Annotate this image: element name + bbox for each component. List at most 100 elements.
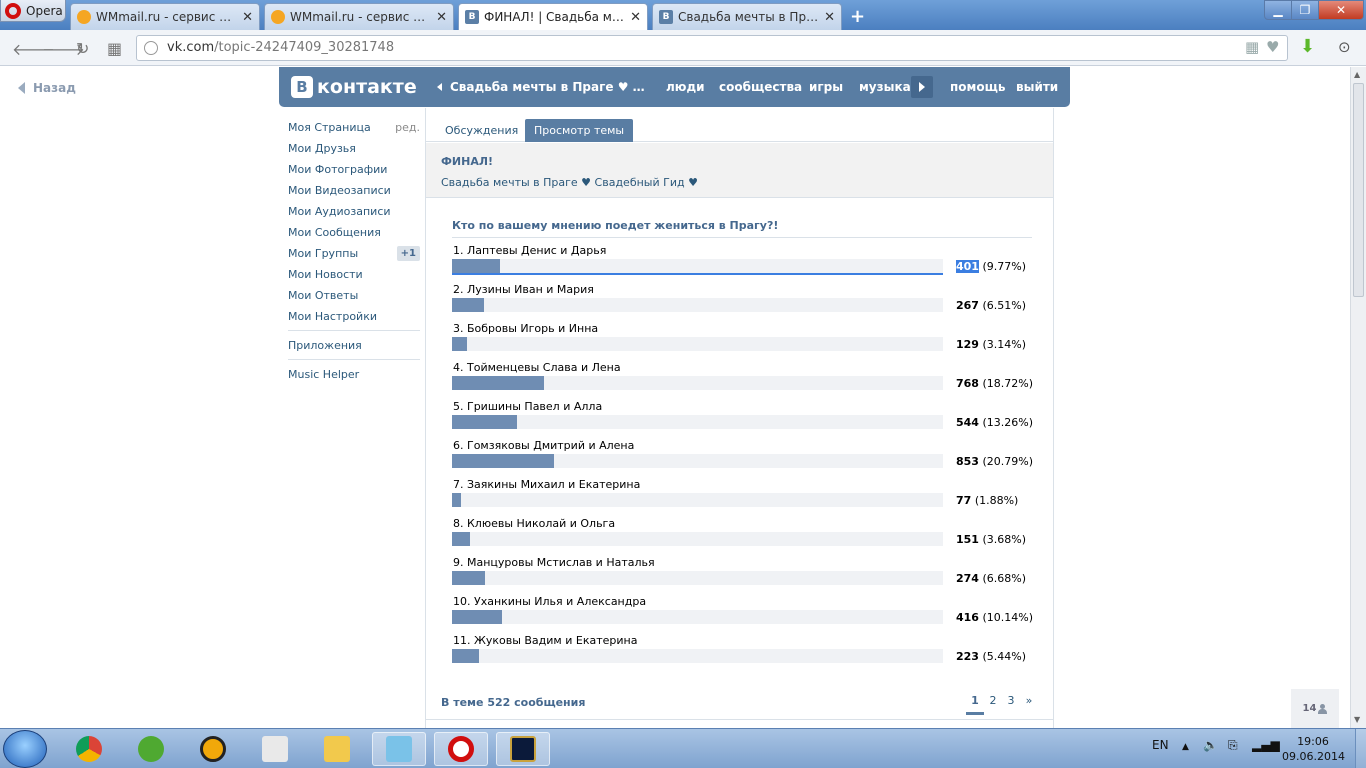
- poll-vote-percent: (1.88%): [974, 494, 1019, 507]
- poll-option[interactable]: 2. Лузины Иван и Мария 267 (6.51%): [452, 283, 1032, 322]
- league-taskbar-icon[interactable]: [496, 732, 550, 766]
- opera-menu-button[interactable]: Opera: [0, 0, 66, 22]
- poll-bar-track: [452, 610, 943, 624]
- poll-option-label: 11. Жуковы Вадим и Екатерина: [453, 634, 638, 647]
- close-window-button[interactable]: ✕: [1318, 0, 1364, 20]
- opera-menu-label: Opera: [26, 3, 63, 18]
- tab-view-topic[interactable]: Просмотр темы: [525, 119, 634, 142]
- menu-item-news[interactable]: Мои Новости: [288, 264, 420, 285]
- close-tab-icon[interactable]: ✕: [436, 10, 447, 25]
- menu-item-label: Моя Страница: [288, 121, 371, 134]
- scroll-thumb[interactable]: [1353, 83, 1364, 297]
- network-signal-icon[interactable]: ▂▄▆: [1252, 738, 1280, 752]
- close-tab-icon[interactable]: ✕: [824, 10, 835, 25]
- page-1-link[interactable]: 1: [966, 694, 984, 715]
- poll-option[interactable]: 3. Бобровы Игорь и Инна 129 (3.14%): [452, 322, 1032, 361]
- system-clock[interactable]: 19:06 09.06.2014: [1282, 734, 1345, 764]
- online-count-badge[interactable]: 14: [1291, 689, 1339, 728]
- poll-option[interactable]: 4. Тойменцевы Слава и Лена 768 (18.72%): [452, 361, 1033, 400]
- solitaire-taskbar-icon[interactable]: [248, 732, 302, 766]
- scroll-down-icon[interactable]: ▼: [1354, 715, 1360, 724]
- page-2-link[interactable]: 2: [984, 694, 1002, 715]
- browser-tab-1[interactable]: WMmail.ru - сервис почтовых ✕: [70, 3, 260, 30]
- vk-logo[interactable]: В контакте: [291, 76, 417, 98]
- breadcrumb-group-link[interactable]: Свадьба мечты в Праге ♥ Свадебный Гид ♥: [450, 80, 646, 94]
- nav-games[interactable]: игры: [809, 80, 843, 94]
- utorrent-taskbar-icon[interactable]: [124, 732, 178, 766]
- menu-item-label: Мои Группы: [288, 247, 359, 260]
- poll-option[interactable]: 6. Гомзяковы Дмитрий и Алена 853 (20.79%): [452, 439, 1033, 478]
- close-tab-icon[interactable]: ✕: [242, 10, 253, 25]
- nav-communities[interactable]: сообщества: [719, 80, 802, 94]
- poll-option[interactable]: 10. Уханкины Илья и Александра 416 (10.14…: [452, 595, 1033, 634]
- downloads-circle-icon[interactable]: ⊙: [1338, 38, 1351, 56]
- url-field[interactable]: vk.com/topic-24247409_30281748: [136, 35, 1288, 61]
- menu-item-messages[interactable]: Мои Сообщения: [288, 222, 420, 243]
- opera-taskbar-icon[interactable]: [434, 732, 488, 766]
- poll-option-result: 274 (6.68%): [956, 572, 1026, 585]
- poll-option[interactable]: 9. Манцуровы Мстислав и Наталья 274 (6.68…: [452, 556, 1032, 595]
- show-desktop-button[interactable]: [1355, 729, 1366, 768]
- poll-vote-percent: (5.44%): [982, 650, 1026, 663]
- browser-tab-4[interactable]: B Свадьба мечты в Праге ♥ Свадебный Гид …: [652, 3, 842, 30]
- usb-device-icon[interactable]: ⎘: [1228, 738, 1238, 753]
- aimp-taskbar-icon[interactable]: [186, 732, 240, 766]
- tray-arrow-icon[interactable]: ▲: [1182, 742, 1189, 752]
- menu-item-videos[interactable]: Мои Видеозаписи: [288, 180, 420, 201]
- explorer-folder-taskbar-icon[interactable]: [310, 732, 364, 766]
- edit-link[interactable]: ред.: [395, 121, 420, 134]
- menu-item-answers[interactable]: Мои Ответы: [288, 285, 420, 306]
- clock-date: 09.06.2014: [1282, 750, 1345, 763]
- tab-discussions[interactable]: Обсуждения: [436, 119, 527, 142]
- poll-option[interactable]: 5. Гришины Павел и Алла 544 (13.26%): [452, 400, 1033, 439]
- music-play-icon[interactable]: [911, 76, 933, 98]
- scroll-up-icon[interactable]: ▲: [1354, 70, 1360, 79]
- poll-bar-track: [452, 532, 943, 546]
- start-button[interactable]: [3, 730, 47, 768]
- tab-title: ФИНАЛ! | Свадьба мечты в Праге: [484, 10, 625, 24]
- grid-view-icon[interactable]: ▦: [1245, 38, 1259, 56]
- poll-bar-fill: [452, 610, 502, 624]
- maximize-window-button[interactable]: ❐: [1291, 0, 1319, 20]
- nav-music[interactable]: музыка: [859, 80, 911, 94]
- browser-tab-2[interactable]: WMmail.ru - сервис почтовых ✕: [264, 3, 454, 30]
- back-link[interactable]: Назад: [18, 81, 76, 95]
- page-scrollbar[interactable]: ▲ ▼: [1350, 67, 1366, 728]
- volume-icon[interactable]: 🔈: [1203, 738, 1218, 752]
- speed-dial-grid-icon[interactable]: ▦: [107, 39, 122, 58]
- browser-tab-3[interactable]: B ФИНАЛ! | Свадьба мечты в Праге ✕: [458, 3, 648, 30]
- menu-item-friends[interactable]: Мои Друзья: [288, 138, 420, 159]
- poll-bar-fill: [452, 571, 485, 585]
- vk-header: В контакте Свадьба мечты в Праге ♥ Сваде…: [279, 67, 1070, 107]
- heart-icon[interactable]: ♥: [1266, 38, 1279, 56]
- download-arrow-icon[interactable]: ⬇: [1300, 36, 1315, 57]
- poll-option[interactable]: 11. Жуковы Вадим и Екатерина 223 (5.44%): [452, 634, 1032, 673]
- poll-vote-count: 151: [956, 533, 979, 546]
- nav-help[interactable]: помощь: [950, 80, 1005, 94]
- menu-item-settings[interactable]: Мои Настройки: [288, 306, 420, 327]
- notepad-taskbar-icon[interactable]: [372, 732, 426, 766]
- menu-item-groups[interactable]: Мои Группы +1: [288, 243, 420, 264]
- new-tab-plus-icon[interactable]: +: [850, 6, 865, 27]
- language-indicator[interactable]: EN: [1152, 738, 1169, 752]
- poll-option[interactable]: 7. Заякины Михаил и Екатерина 77 (1.88%): [452, 478, 1032, 517]
- chrome-taskbar-icon[interactable]: [62, 732, 116, 766]
- nav-people[interactable]: люди: [666, 80, 705, 94]
- nav-logout[interactable]: выйти: [1016, 80, 1058, 94]
- page-3-link[interactable]: 3: [1002, 694, 1020, 715]
- last-page-link[interactable]: »: [1020, 694, 1038, 715]
- menu-item-my-page[interactable]: Моя Страница ред.: [288, 117, 420, 138]
- reload-icon[interactable]: ↻: [76, 39, 89, 58]
- poll-option-label: 5. Гришины Павел и Алла: [453, 400, 603, 413]
- poll-option[interactable]: 1. Лаптевы Денис и Дарья 401 (9.77%): [452, 244, 1032, 283]
- menu-item-music-helper[interactable]: Music Helper: [288, 364, 420, 385]
- menu-item-apps[interactable]: Приложения: [288, 335, 420, 356]
- minimize-window-button[interactable]: ▁: [1264, 0, 1292, 20]
- poll-option[interactable]: 8. Клюевы Николай и Ольга 151 (3.68%): [452, 517, 1032, 556]
- url-host: vk.com: [167, 40, 215, 55]
- menu-item-photos[interactable]: Мои Фотографии: [288, 159, 420, 180]
- topic-group-link[interactable]: Свадьба мечты в Праге ♥ Свадебный Гид ♥: [441, 176, 698, 189]
- poll-vote-percent: (6.51%): [982, 299, 1026, 312]
- menu-item-audio[interactable]: Мои Аудиозаписи: [288, 201, 420, 222]
- close-tab-icon[interactable]: ✕: [630, 10, 641, 25]
